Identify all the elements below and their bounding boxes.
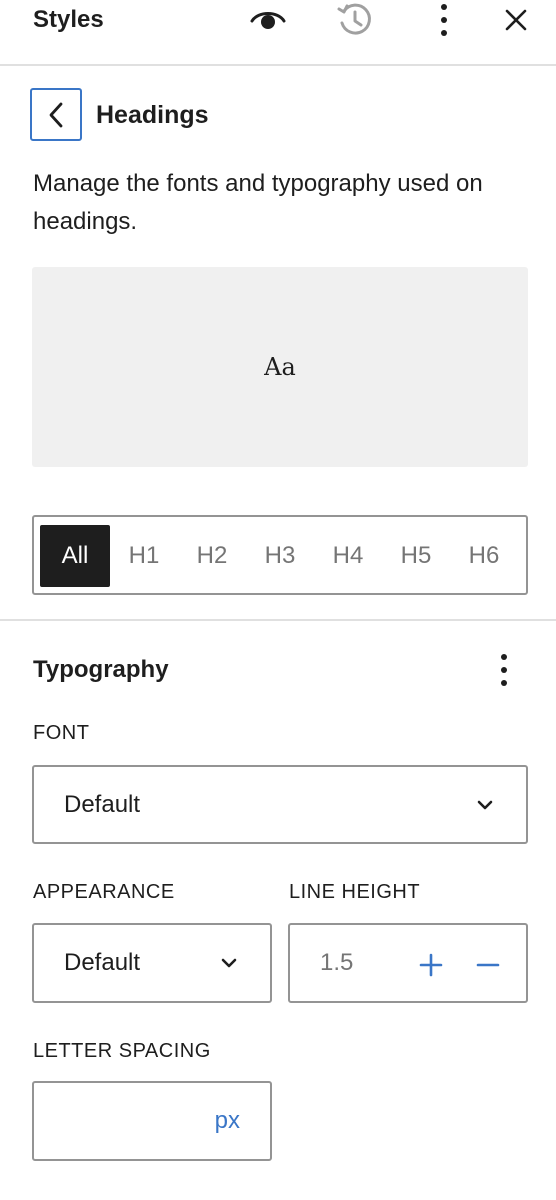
- more-vertical-icon: [500, 653, 508, 687]
- font-label: FONT: [33, 722, 90, 744]
- line-height-label: LINE HEIGHT: [289, 881, 421, 903]
- panel-title: Styles: [33, 6, 104, 33]
- increment-button[interactable]: [414, 947, 448, 983]
- level-h5[interactable]: H5: [382, 525, 450, 587]
- history-icon: [336, 1, 374, 39]
- typography-preview: Aa: [32, 267, 528, 467]
- level-h2[interactable]: H2: [178, 525, 246, 587]
- close-button[interactable]: [498, 2, 534, 38]
- letter-spacing-input[interactable]: px: [32, 1081, 272, 1161]
- font-select[interactable]: Default: [32, 765, 528, 844]
- level-h3[interactable]: H3: [246, 525, 314, 587]
- styles-header: Styles: [0, 0, 556, 66]
- appearance-value: Default: [64, 949, 141, 976]
- chevron-down-icon: [476, 767, 494, 842]
- letter-spacing-unit[interactable]: px: [215, 1083, 240, 1159]
- chevron-down-icon: [220, 925, 238, 1001]
- back-button[interactable]: [30, 88, 82, 141]
- appearance-label: APPEARANCE: [33, 881, 175, 903]
- level-h6[interactable]: H6: [450, 525, 518, 587]
- revisions-button[interactable]: [334, 0, 376, 40]
- font-value: Default: [64, 790, 141, 818]
- letter-spacing-label: LETTER SPACING: [33, 1040, 211, 1062]
- eye-icon: [250, 8, 286, 32]
- close-icon: [505, 9, 527, 31]
- chevron-left-icon: [48, 102, 64, 128]
- more-vertical-icon: [440, 3, 448, 37]
- level-all[interactable]: All: [40, 525, 110, 587]
- preview-button[interactable]: [248, 4, 288, 36]
- level-h4[interactable]: H4: [314, 525, 382, 587]
- line-height-value: 1.5: [320, 949, 354, 976]
- options-button[interactable]: [430, 0, 458, 40]
- typography-options-button[interactable]: [490, 650, 518, 690]
- typography-title: Typography: [33, 656, 169, 683]
- level-h1[interactable]: H1: [110, 525, 178, 587]
- heading-level-toggle: All H1 H2 H3 H4 H5 H6: [32, 515, 528, 595]
- section-heading: Headings: [96, 101, 209, 129]
- decrement-button[interactable]: [471, 947, 505, 983]
- minus-icon: [476, 953, 500, 977]
- section-description: Manage the fonts and typography used on …: [33, 170, 483, 235]
- appearance-select[interactable]: Default: [32, 923, 272, 1003]
- section-divider: [0, 619, 556, 621]
- preview-text: Aa: [264, 353, 296, 381]
- line-height-input[interactable]: 1.5: [288, 923, 528, 1003]
- plus-icon: [419, 953, 443, 977]
